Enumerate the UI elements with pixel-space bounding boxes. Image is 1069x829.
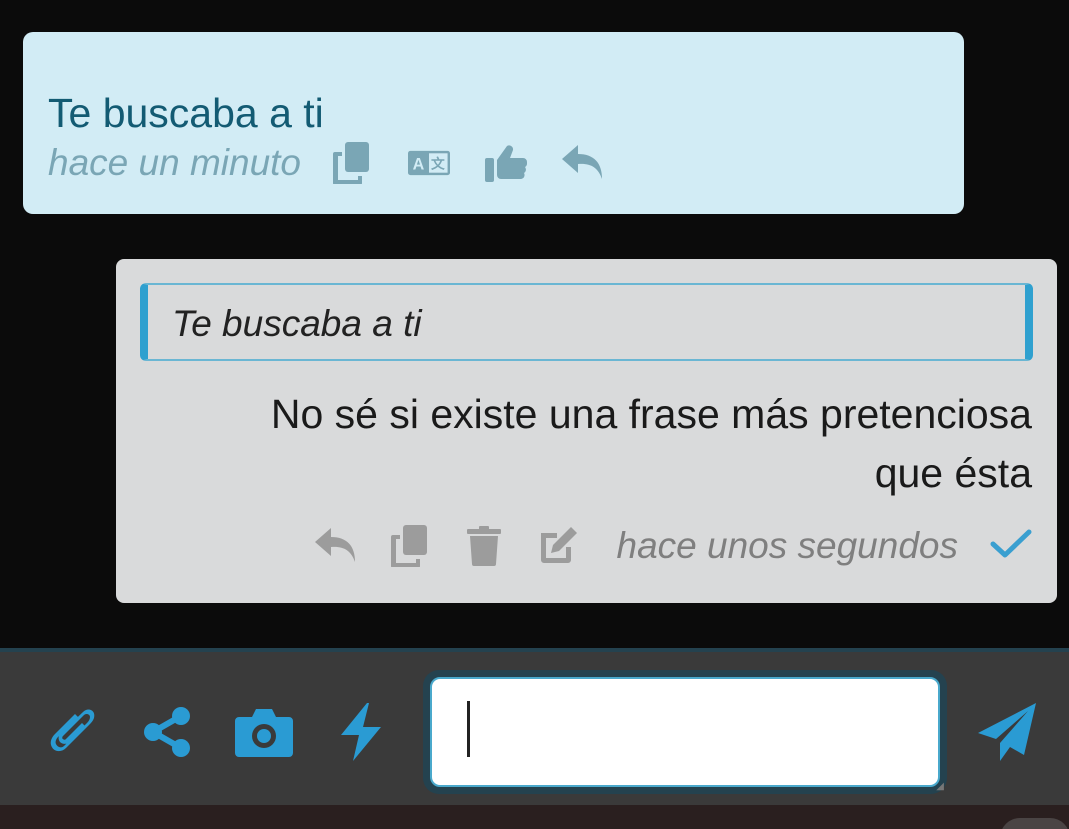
quoted-message[interactable]: Te buscaba a ti: [140, 283, 1033, 361]
send-icon[interactable]: [977, 702, 1037, 762]
svg-text:文: 文: [431, 156, 445, 173]
paperclip-icon[interactable]: [42, 702, 102, 762]
svg-text:A: A: [413, 155, 425, 173]
quoted-message-text: Te buscaba a ti: [172, 303, 422, 344]
resize-handle-icon[interactable]: ◢: [936, 781, 944, 792]
reply-icon[interactable]: [562, 142, 604, 184]
message-input[interactable]: [430, 677, 940, 787]
chat-screen: Te buscaba a ti hace un minuto A 文 Te bu…: [0, 0, 1069, 829]
check-icon: [990, 529, 1032, 564]
incoming-message: Te buscaba a ti hace un minuto A 文: [23, 32, 964, 214]
copy-icon[interactable]: [389, 525, 431, 567]
translate-icon[interactable]: A 文: [408, 142, 451, 184]
copy-icon[interactable]: [331, 142, 373, 184]
thumbs-up-icon[interactable]: [485, 142, 528, 184]
incoming-message-meta: hace un minuto A 文: [48, 138, 639, 188]
outgoing-message-text: No sé si existe una frase más pretencios…: [172, 385, 1032, 503]
composer-bar: ◢: [0, 648, 1069, 805]
share-icon[interactable]: [137, 702, 197, 762]
text-caret: [467, 701, 470, 757]
incoming-message-time: hace un minuto: [48, 142, 302, 183]
outgoing-message-time: hace unos segundos: [616, 525, 959, 566]
corner-handle: [1000, 818, 1069, 829]
outgoing-message-line-1: No sé si existe una frase más pretencios…: [270, 391, 1032, 437]
outgoing-message: Te buscaba a ti No sé si existe una fras…: [116, 259, 1057, 603]
bottom-strip: [0, 805, 1069, 829]
outgoing-message-meta: hace unos segundos: [283, 521, 1033, 571]
message-input-wrapper: ◢: [423, 670, 947, 794]
outgoing-message-line-2: que ésta: [874, 450, 1032, 496]
trash-icon[interactable]: [463, 525, 505, 567]
incoming-message-text: Te buscaba a ti: [48, 90, 324, 136]
edit-icon[interactable]: [537, 525, 579, 567]
reply-icon[interactable]: [314, 525, 357, 567]
bolt-icon[interactable]: [331, 702, 391, 762]
camera-icon[interactable]: [234, 702, 294, 762]
